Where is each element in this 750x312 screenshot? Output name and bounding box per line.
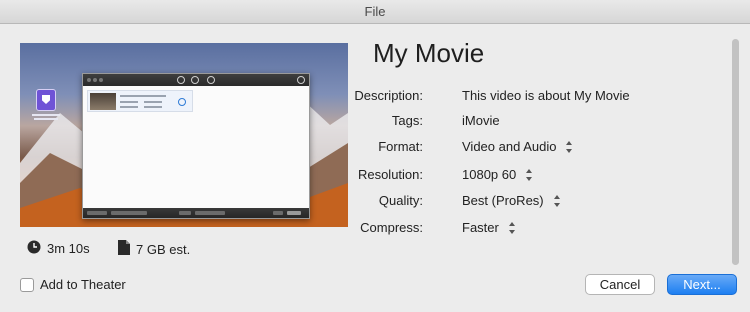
movie-title[interactable]: My Movie — [373, 38, 484, 69]
add-to-theater-label: Add to Theater — [40, 277, 126, 292]
quality-label: Quality: — [378, 193, 423, 208]
format-popup[interactable]: Video and Audio — [462, 139, 573, 154]
mini-toolbar — [83, 74, 309, 86]
updown-arrows-icon — [526, 168, 533, 181]
description-label: Description: — [354, 88, 423, 103]
scrollbar-thumb[interactable] — [732, 39, 739, 265]
updown-arrows-icon — [566, 140, 573, 153]
window-titlebar: File — [0, 0, 750, 24]
resolution-popup[interactable]: 1080p 60 — [462, 167, 533, 182]
duration-info: 3m 10s — [27, 240, 90, 257]
cancel-button[interactable]: Cancel — [585, 274, 655, 295]
tags-row: Tags: iMovie — [0, 113, 720, 131]
tags-label: Tags: — [391, 113, 423, 128]
info-scrollbar[interactable] — [732, 39, 739, 265]
next-button[interactable]: Next... — [667, 274, 737, 295]
format-value: Video and Audio — [462, 139, 557, 154]
format-row: Format: Video and Audio — [0, 139, 720, 157]
description-row: Description: This video is about My Movi… — [0, 88, 720, 106]
file-icon — [118, 240, 130, 258]
compress-popup[interactable]: Faster — [462, 220, 516, 235]
updown-arrows-icon — [508, 221, 516, 234]
format-label: Format: — [378, 139, 423, 154]
duration-text: 3m 10s — [47, 241, 90, 256]
description-field[interactable]: This video is about My Movie — [462, 88, 630, 103]
compress-value: Faster — [462, 220, 499, 235]
compress-row: Compress: Faster — [0, 220, 720, 238]
updown-arrows-icon — [553, 194, 561, 207]
add-to-theater-checkbox[interactable] — [20, 277, 34, 292]
size-info: 7 GB est. — [118, 240, 190, 258]
resolution-label: Resolution: — [357, 167, 423, 182]
resolution-row: Resolution: 1080p 60 — [0, 167, 720, 185]
share-panel: 3m 10s 7 GB est. My Movie Description: T… — [0, 25, 750, 312]
quality-popup[interactable]: Best (ProRes) — [462, 193, 561, 208]
window-title: File — [364, 4, 386, 19]
size-estimate-text: 7 GB est. — [136, 241, 191, 257]
quality-row: Quality: Best (ProRes) — [0, 193, 720, 211]
compress-label: Compress: — [360, 220, 423, 235]
tags-field[interactable]: iMovie — [462, 113, 500, 128]
add-to-theater-option[interactable]: Add to Theater — [20, 277, 126, 292]
clock-icon — [27, 240, 41, 257]
resolution-value: 1080p 60 — [462, 167, 517, 182]
quality-value: Best (ProRes) — [462, 193, 544, 208]
